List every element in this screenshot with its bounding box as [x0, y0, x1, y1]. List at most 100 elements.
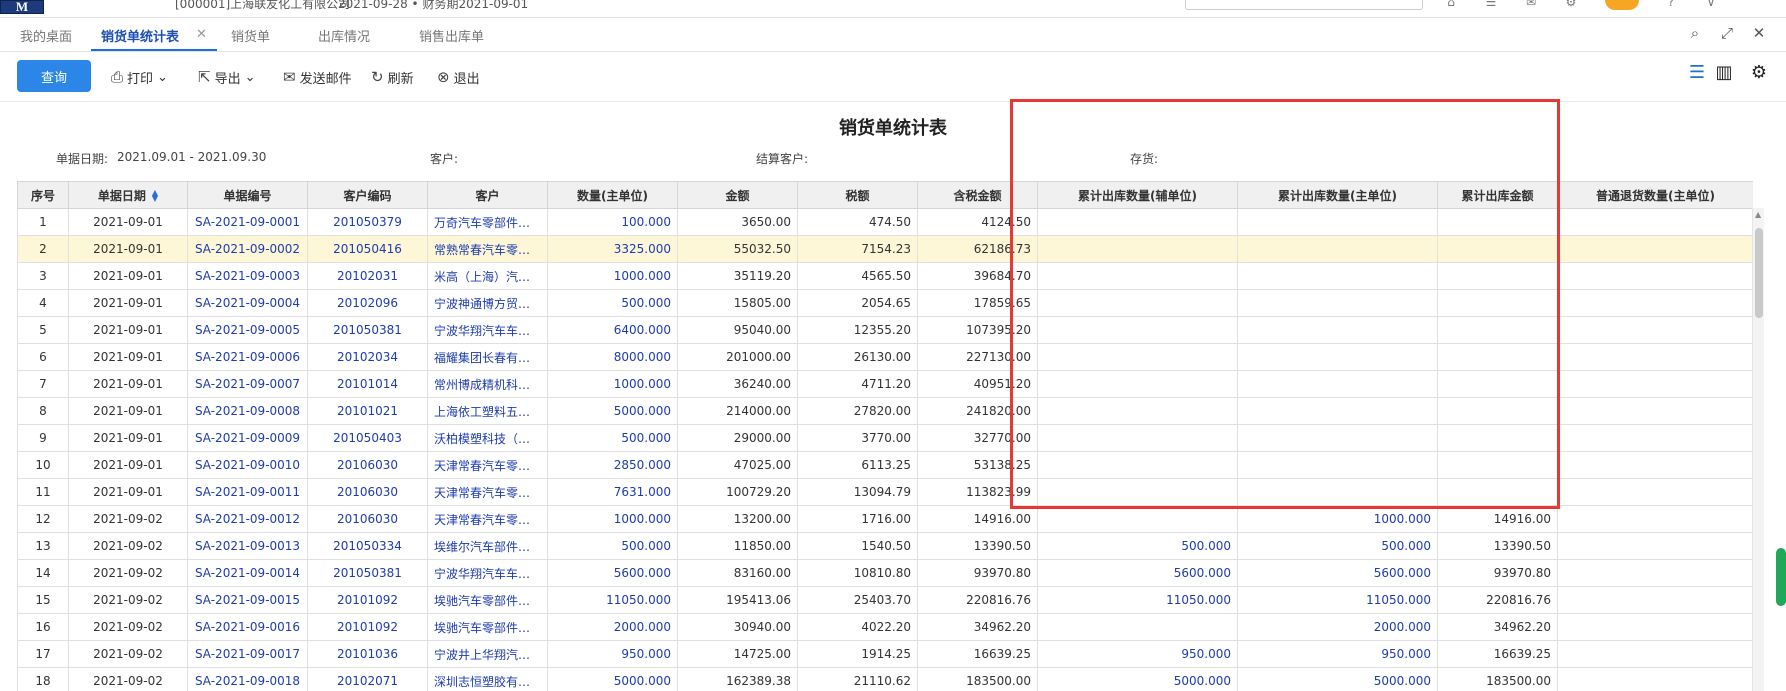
- table-cell[interactable]: 201050334: [307, 532, 428, 560]
- table-cell[interactable]: 20101014: [307, 370, 428, 398]
- menu-list-icon[interactable]: ☰: [1483, 0, 1499, 10]
- column-header[interactable]: 累计出库金额: [1437, 181, 1558, 209]
- table-cell[interactable]: 950.000: [1237, 640, 1438, 668]
- table-cell[interactable]: 天津常春汽车零…: [427, 451, 548, 479]
- table-cell[interactable]: [1037, 613, 1238, 641]
- table-cell[interactable]: 天津常春汽车零…: [427, 505, 548, 533]
- search-icon[interactable]: ⌕: [1685, 24, 1705, 44]
- table-cell[interactable]: 宁波华翔汽车车…: [427, 316, 548, 344]
- column-header[interactable]: 序号: [17, 181, 69, 209]
- table-row[interactable]: 16 2021-09-02 SA-2021-09-0016 20101092 埃驰汽车零…: [17, 613, 1753, 641]
- table-row[interactable]: 10 2021-09-01 SA-2021-09-0010 20106030 天津常春汽…: [17, 451, 1753, 479]
- table-cell[interactable]: 万奇汽车零部件…: [427, 208, 548, 236]
- table-cell[interactable]: SA-2021-09-0017: [187, 640, 308, 668]
- table-cell[interactable]: 1000.000: [547, 262, 678, 290]
- table-cell[interactable]: 深圳志恒塑胶有…: [427, 667, 548, 691]
- table-cell[interactable]: [1237, 316, 1438, 344]
- table-cell[interactable]: 埃驰汽车零部件…: [427, 586, 548, 614]
- table-cell[interactable]: [1237, 397, 1438, 425]
- column-header[interactable]: 税额: [797, 181, 918, 209]
- table-cell[interactable]: SA-2021-09-0008: [187, 397, 308, 425]
- table-cell[interactable]: 上海依工塑料五…: [427, 397, 548, 425]
- table-cell[interactable]: 5000.000: [547, 397, 678, 425]
- table-cell[interactable]: SA-2021-09-0014: [187, 559, 308, 587]
- table-cell[interactable]: [1037, 316, 1238, 344]
- table-row[interactable]: 4 2021-09-01 SA-2021-09-0004 20102096 宁波神通博方…: [17, 289, 1753, 317]
- table-cell[interactable]: 500.000: [547, 424, 678, 452]
- column-header[interactable]: 累计出库数量(主单位): [1237, 181, 1438, 209]
- list-view-icon[interactable]: ☰: [1685, 62, 1709, 86]
- table-cell[interactable]: SA-2021-09-0005: [187, 316, 308, 344]
- table-cell[interactable]: 2000.000: [1237, 613, 1438, 641]
- table-cell[interactable]: [1037, 289, 1238, 317]
- message-icon[interactable]: ✉: [1523, 0, 1539, 10]
- table-cell[interactable]: SA-2021-09-0011: [187, 478, 308, 506]
- print-button[interactable]: ⎙ 打印 ⌄: [111, 67, 168, 87]
- table-cell[interactable]: SA-2021-09-0003: [187, 262, 308, 290]
- table-cell[interactable]: 宁波华翔汽车车…: [427, 559, 548, 587]
- fullscreen-icon[interactable]: ⤢: [1717, 24, 1737, 44]
- table-cell[interactable]: 沃柏模塑科技（…: [427, 424, 548, 452]
- table-row[interactable]: 18 2021-09-02 SA-2021-09-0018 20102071 深圳志恒塑…: [17, 667, 1753, 691]
- table-cell[interactable]: 500.000: [547, 289, 678, 317]
- table-cell[interactable]: [1237, 451, 1438, 479]
- table-cell[interactable]: 201050381: [307, 316, 428, 344]
- tab-my-desktop[interactable]: 我的桌面: [20, 26, 72, 50]
- table-cell[interactable]: 7631.000: [547, 478, 678, 506]
- table-cell[interactable]: [1037, 505, 1238, 533]
- table-cell[interactable]: SA-2021-09-0010: [187, 451, 308, 479]
- table-row[interactable]: 15 2021-09-02 SA-2021-09-0015 20101092 埃驰汽车零…: [17, 586, 1753, 614]
- scrollbar-thumb[interactable]: [1755, 228, 1763, 318]
- column-header[interactable]: 累计出库数量(辅单位): [1037, 181, 1238, 209]
- column-header[interactable]: 单据日期 ▲ ▼: [68, 181, 188, 209]
- table-cell[interactable]: [1037, 208, 1238, 236]
- table-cell[interactable]: 20101021: [307, 397, 428, 425]
- send-mail-button[interactable]: ✉ 发送邮件: [283, 67, 352, 87]
- table-cell[interactable]: 宁波井上华翔汽…: [427, 640, 548, 668]
- table-row[interactable]: 14 2021-09-02 SA-2021-09-0014 201050381 宁波华翔…: [17, 559, 1753, 587]
- table-cell[interactable]: 950.000: [1037, 640, 1238, 668]
- table-cell[interactable]: 201050403: [307, 424, 428, 452]
- table-cell[interactable]: 8000.000: [547, 343, 678, 371]
- table-row[interactable]: 1 2021-09-01 SA-2021-09-0001 201050379 万奇汽车零…: [17, 208, 1753, 236]
- table-cell[interactable]: 20102096: [307, 289, 428, 317]
- table-cell[interactable]: SA-2021-09-0004: [187, 289, 308, 317]
- table-cell[interactable]: 201050416: [307, 235, 428, 263]
- table-cell[interactable]: 11050.000: [1237, 586, 1438, 614]
- table-cell[interactable]: SA-2021-09-0007: [187, 370, 308, 398]
- table-cell[interactable]: 米高（上海）汽…: [427, 262, 548, 290]
- table-cell[interactable]: 5000.000: [1237, 667, 1438, 691]
- column-header[interactable]: 普通退货数量(主单位): [1557, 181, 1753, 209]
- table-cell[interactable]: [1237, 289, 1438, 317]
- exit-button[interactable]: ⊗ 退出: [437, 67, 480, 87]
- table-cell[interactable]: 500.000: [547, 532, 678, 560]
- table-cell[interactable]: 201050381: [307, 559, 428, 587]
- table-row[interactable]: 3 2021-09-01 SA-2021-09-0003 20102031 米高（上海）…: [17, 262, 1753, 290]
- table-cell[interactable]: [1037, 262, 1238, 290]
- table-cell[interactable]: [1237, 343, 1438, 371]
- table-cell[interactable]: [1237, 262, 1438, 290]
- table-cell[interactable]: [1237, 370, 1438, 398]
- table-cell[interactable]: SA-2021-09-0009: [187, 424, 308, 452]
- column-header[interactable]: 客户编码: [307, 181, 428, 209]
- table-cell[interactable]: SA-2021-09-0006: [187, 343, 308, 371]
- column-header[interactable]: 含税金额: [917, 181, 1038, 209]
- refresh-button[interactable]: ↻ 刷新: [371, 67, 414, 87]
- table-cell[interactable]: 950.000: [547, 640, 678, 668]
- table-cell[interactable]: [1037, 424, 1238, 452]
- table-cell[interactable]: 20106030: [307, 451, 428, 479]
- tab-sales-order-report[interactable]: 销货单统计表: [101, 26, 179, 50]
- table-cell[interactable]: 2850.000: [547, 451, 678, 479]
- table-row[interactable]: 5 2021-09-01 SA-2021-09-0005 201050381 宁波华翔汽…: [17, 316, 1753, 344]
- table-cell[interactable]: 20106030: [307, 478, 428, 506]
- table-row[interactable]: 13 2021-09-02 SA-2021-09-0013 201050334 埃维尔汽…: [17, 532, 1753, 560]
- column-header[interactable]: 数量(主单位): [547, 181, 678, 209]
- table-cell[interactable]: 2000.000: [547, 613, 678, 641]
- table-cell[interactable]: [1237, 208, 1438, 236]
- table-row[interactable]: 8 2021-09-01 SA-2021-09-0008 20101021 上海依工塑料…: [17, 397, 1753, 425]
- table-row[interactable]: 11 2021-09-01 SA-2021-09-0011 20106030 天津常春汽…: [17, 478, 1753, 506]
- table-cell[interactable]: 20102031: [307, 262, 428, 290]
- table-row[interactable]: 17 2021-09-02 SA-2021-09-0017 20101036 宁波井上华…: [17, 640, 1753, 668]
- column-header[interactable]: 单据编号: [187, 181, 308, 209]
- table-cell[interactable]: 201050379: [307, 208, 428, 236]
